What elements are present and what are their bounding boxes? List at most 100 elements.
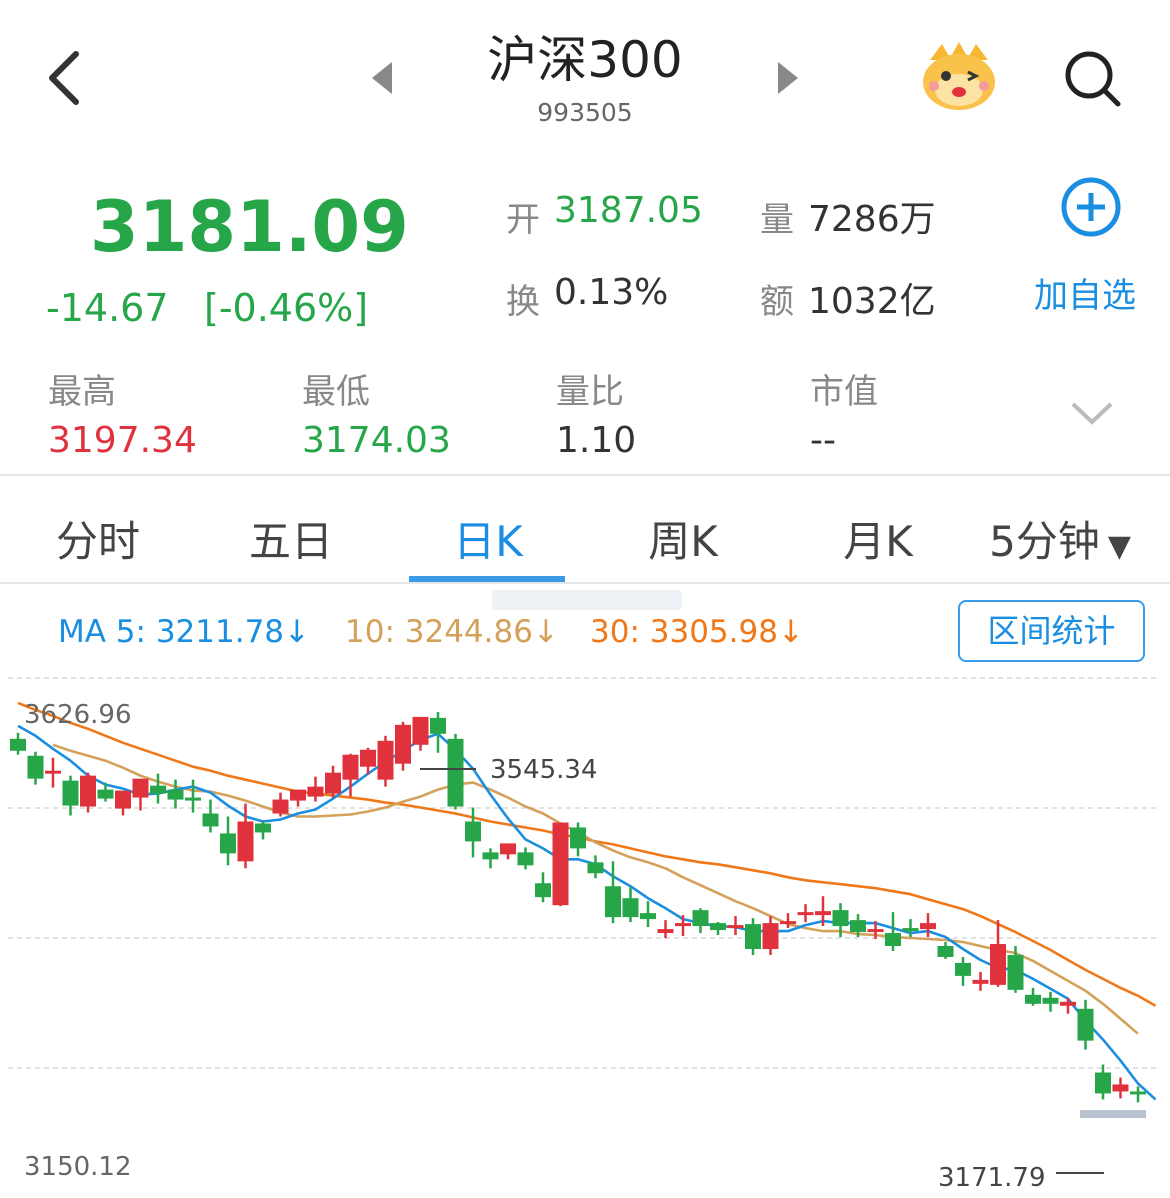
candle: [535, 872, 551, 903]
candle: [325, 765, 341, 798]
candle: [500, 843, 516, 860]
candle: [377, 735, 394, 787]
candle: [412, 716, 429, 751]
tab-monthly-k[interactable]: 月K: [780, 508, 976, 569]
price-change: -14.67: [46, 286, 169, 330]
candle: [745, 918, 761, 955]
candle: [710, 922, 726, 936]
candle: [727, 916, 744, 936]
volume-value: 7286万: [808, 199, 936, 240]
search-icon[interactable]: [1062, 48, 1122, 108]
divider: [0, 582, 1170, 584]
candle: [570, 822, 586, 857]
market-cap-label: 市值: [810, 372, 878, 412]
candle: [255, 821, 271, 840]
turnover-label: 换: [506, 282, 540, 322]
candle: [1112, 1077, 1129, 1099]
candle: [902, 919, 919, 938]
candle: [1060, 997, 1076, 1014]
candle: [587, 855, 604, 879]
candle: [797, 904, 814, 923]
chart-grid: [8, 677, 1160, 1069]
y-top-label: 3626.96: [24, 700, 132, 730]
amount-label: 额: [760, 282, 794, 322]
candle: [45, 757, 61, 788]
high-price-label: 3545.34: [490, 755, 598, 785]
volume-label: 量: [760, 200, 794, 240]
tab-weekly-k[interactable]: 周K: [585, 508, 781, 569]
tab-daily-k[interactable]: 日K: [390, 508, 586, 569]
mascot-icon[interactable]: [920, 40, 998, 112]
range-stats-button[interactable]: 区间统计: [958, 600, 1145, 662]
low-label: 最低: [302, 372, 370, 412]
low-price-label: 3171.79: [938, 1163, 1046, 1193]
amount-value: 1032亿: [808, 281, 936, 322]
candle: [115, 790, 131, 816]
candle: [482, 848, 499, 869]
candle: [307, 776, 324, 802]
tab-5-minute-label: 5分钟: [989, 517, 1100, 566]
ma30: [17, 701, 1157, 1007]
candle: [202, 799, 219, 833]
turnover-value: 0.13%: [554, 272, 669, 313]
candlestick-chart[interactable]: 3626.96 3150.12 3545.34 3171.79: [0, 670, 1170, 1198]
open-label: 开: [506, 200, 540, 240]
add-watchlist-icon[interactable]: [1060, 176, 1122, 238]
ma30-value: 30: 3305.98↓: [590, 614, 804, 650]
ma10-value: 10: 3244.86↓: [345, 614, 559, 650]
faint-overlay: [492, 590, 682, 610]
market-cap-value: --: [810, 420, 836, 461]
current-price-marker: [1080, 1110, 1146, 1118]
ma30-line: [17, 701, 1157, 1007]
candle: [675, 915, 691, 937]
candle: [10, 732, 26, 755]
tab-five-day[interactable]: 五日: [193, 508, 389, 569]
candle: [150, 773, 166, 804]
candle: [762, 916, 779, 955]
next-arrow-icon[interactable]: [776, 62, 800, 98]
candle: [605, 861, 621, 924]
candle: [657, 920, 674, 939]
high-value: 3197.34: [48, 420, 197, 461]
volume-ratio-label: 量比: [556, 372, 624, 412]
tab-intraday[interactable]: 分时: [0, 508, 196, 569]
candle: [640, 901, 656, 928]
chevron-down-icon[interactable]: [1070, 400, 1114, 432]
candle: [132, 778, 149, 811]
ma5-value: MA 5: 3211.78↓: [58, 614, 310, 650]
caret-down-icon: ▼: [1107, 529, 1131, 564]
candle: [290, 789, 306, 807]
candle: [220, 816, 236, 866]
candle: [937, 942, 954, 959]
candle: [430, 711, 446, 753]
ma10-line: [52, 743, 1139, 1035]
candle: [1025, 987, 1041, 1006]
candle: [552, 822, 569, 907]
candle: [1095, 1064, 1111, 1100]
candle: [27, 751, 44, 785]
candle: [395, 721, 411, 771]
low-value: 3174.03: [302, 420, 451, 461]
candle: [272, 792, 289, 817]
high-label: 最高: [48, 372, 116, 412]
candle: [622, 887, 639, 923]
candle: [447, 733, 464, 810]
divider: [0, 474, 1170, 476]
current-price: 3181.09: [90, 186, 409, 268]
candle: [692, 908, 709, 934]
candle: [62, 775, 79, 816]
candle: [885, 912, 901, 951]
candle: [972, 971, 989, 991]
ma10: [52, 743, 1139, 1035]
price-change-percent: [-0.46%]: [204, 286, 369, 330]
add-watchlist-button[interactable]: 加自选: [1034, 268, 1136, 317]
candle: [517, 847, 534, 870]
y-bottom-label: 3150.12: [24, 1152, 132, 1182]
candle: [990, 920, 1006, 987]
open-value: 3187.05: [554, 190, 703, 231]
candle: [80, 772, 96, 813]
tab-5-minute[interactable]: 5分钟 ▼: [980, 508, 1140, 569]
volume-ratio-value: 1.10: [556, 420, 637, 461]
candle: [955, 956, 971, 986]
candle: [1077, 999, 1094, 1050]
